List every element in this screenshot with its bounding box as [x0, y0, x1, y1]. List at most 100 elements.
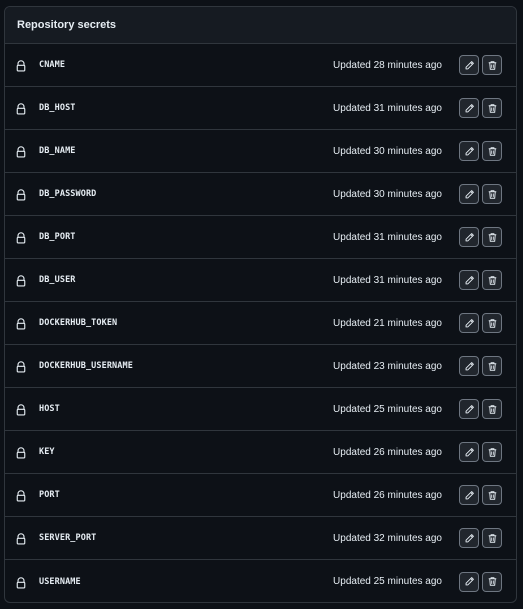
pencil-icon: [464, 576, 475, 587]
secret-row: USERNAME Updated 25 minutes ago: [5, 560, 516, 602]
secret-row: DOCKERHUB_USERNAME Updated 23 minutes ag…: [5, 345, 516, 388]
trash-icon: [487, 533, 498, 544]
secret-name: DB_USER: [39, 275, 76, 285]
trash-icon: [487, 447, 498, 458]
lock-icon: [15, 59, 27, 72]
secret-row: PORT Updated 26 minutes ago: [5, 474, 516, 517]
edit-secret-button[interactable]: [459, 227, 479, 247]
delete-secret-button[interactable]: [482, 313, 502, 333]
secret-updated-time: Updated 21 minutes ago: [333, 317, 442, 329]
secret-row: DB_HOST Updated 31 minutes ago: [5, 87, 516, 130]
secret-row: SERVER_PORT Updated 32 minutes ago: [5, 517, 516, 560]
secret-name: DB_HOST: [39, 103, 76, 113]
lock-icon: [15, 231, 27, 244]
pencil-icon: [464, 318, 475, 329]
pencil-icon: [464, 404, 475, 415]
delete-secret-button[interactable]: [482, 141, 502, 161]
edit-secret-button[interactable]: [459, 184, 479, 204]
secret-name: DOCKERHUB_USERNAME: [39, 361, 133, 371]
trash-icon: [487, 146, 498, 157]
secret-updated-time: Updated 26 minutes ago: [333, 489, 442, 501]
lock-icon: [15, 576, 27, 588]
delete-secret-button[interactable]: [482, 442, 502, 462]
trash-icon: [487, 361, 498, 372]
secret-updated-time: Updated 30 minutes ago: [333, 188, 442, 200]
pencil-icon: [464, 275, 475, 286]
secret-name: DB_NAME: [39, 146, 76, 156]
lock-icon: [15, 274, 27, 287]
secret-row: DOCKERHUB_TOKEN Updated 21 minutes ago: [5, 302, 516, 345]
lock-icon: [15, 532, 27, 545]
panel-title: Repository secrets: [17, 19, 117, 31]
trash-icon: [487, 189, 498, 200]
secret-updated-time: Updated 25 minutes ago: [333, 403, 442, 415]
secret-updated-time: Updated 31 minutes ago: [333, 102, 442, 114]
panel-header: Repository secrets: [5, 7, 516, 44]
secret-name: CNAME: [39, 60, 66, 70]
edit-secret-button[interactable]: [459, 571, 479, 592]
secret-updated-time: Updated 32 minutes ago: [333, 532, 442, 544]
lock-icon: [15, 446, 27, 459]
lock-icon: [15, 489, 27, 502]
edit-secret-button[interactable]: [459, 270, 479, 290]
pencil-icon: [464, 146, 475, 157]
secret-row: KEY Updated 26 minutes ago: [5, 431, 516, 474]
edit-secret-button[interactable]: [459, 485, 479, 505]
delete-secret-button[interactable]: [482, 571, 502, 592]
edit-secret-button[interactable]: [459, 399, 479, 419]
secret-row: DB_NAME Updated 30 minutes ago: [5, 130, 516, 173]
secret-name: USERNAME: [39, 576, 81, 587]
delete-secret-button[interactable]: [482, 270, 502, 290]
pencil-icon: [464, 232, 475, 243]
secret-row: DB_PORT Updated 31 minutes ago: [5, 216, 516, 259]
pencil-icon: [464, 447, 475, 458]
secret-name: DB_PASSWORD: [39, 189, 97, 199]
secret-name: PORT: [39, 490, 60, 500]
secret-updated-time: Updated 31 minutes ago: [333, 231, 442, 243]
trash-icon: [487, 60, 498, 71]
pencil-icon: [464, 189, 475, 200]
trash-icon: [487, 103, 498, 114]
lock-icon: [15, 145, 27, 158]
edit-secret-button[interactable]: [459, 356, 479, 376]
delete-secret-button[interactable]: [482, 98, 502, 118]
edit-secret-button[interactable]: [459, 98, 479, 118]
pencil-icon: [464, 103, 475, 114]
lock-icon: [15, 360, 27, 373]
delete-secret-button[interactable]: [482, 227, 502, 247]
pencil-icon: [464, 361, 475, 372]
delete-secret-button[interactable]: [482, 528, 502, 548]
trash-icon: [487, 275, 498, 286]
secret-name: SERVER_PORT: [39, 533, 97, 543]
pencil-icon: [464, 490, 475, 501]
delete-secret-button[interactable]: [482, 356, 502, 376]
edit-secret-button[interactable]: [459, 442, 479, 462]
secret-name: DOCKERHUB_TOKEN: [39, 318, 118, 328]
pencil-icon: [464, 60, 475, 71]
secret-row: CNAME Updated 28 minutes ago: [5, 44, 516, 87]
edit-secret-button[interactable]: [459, 528, 479, 548]
delete-secret-button[interactable]: [482, 55, 502, 75]
delete-secret-button[interactable]: [482, 485, 502, 505]
secret-updated-time: Updated 26 minutes ago: [333, 446, 442, 458]
delete-secret-button[interactable]: [482, 399, 502, 419]
trash-icon: [487, 490, 498, 501]
edit-secret-button[interactable]: [459, 313, 479, 333]
lock-icon: [15, 403, 27, 416]
secret-updated-time: Updated 30 minutes ago: [333, 145, 442, 157]
trash-icon: [487, 318, 498, 329]
trash-icon: [487, 576, 498, 587]
lock-icon: [15, 102, 27, 115]
secret-updated-time: Updated 25 minutes ago: [333, 576, 442, 587]
trash-icon: [487, 232, 498, 243]
repository-secrets-panel: Repository secrets CNAME Updated 28 minu…: [4, 6, 517, 603]
lock-icon: [15, 317, 27, 330]
secret-updated-time: Updated 23 minutes ago: [333, 360, 442, 372]
edit-secret-button[interactable]: [459, 141, 479, 161]
secret-name: KEY: [39, 447, 55, 457]
edit-secret-button[interactable]: [459, 55, 479, 75]
delete-secret-button[interactable]: [482, 184, 502, 204]
secret-row: DB_PASSWORD Updated 30 minutes ago: [5, 173, 516, 216]
secret-row: DB_USER Updated 31 minutes ago: [5, 259, 516, 302]
secret-name: DB_PORT: [39, 232, 76, 242]
